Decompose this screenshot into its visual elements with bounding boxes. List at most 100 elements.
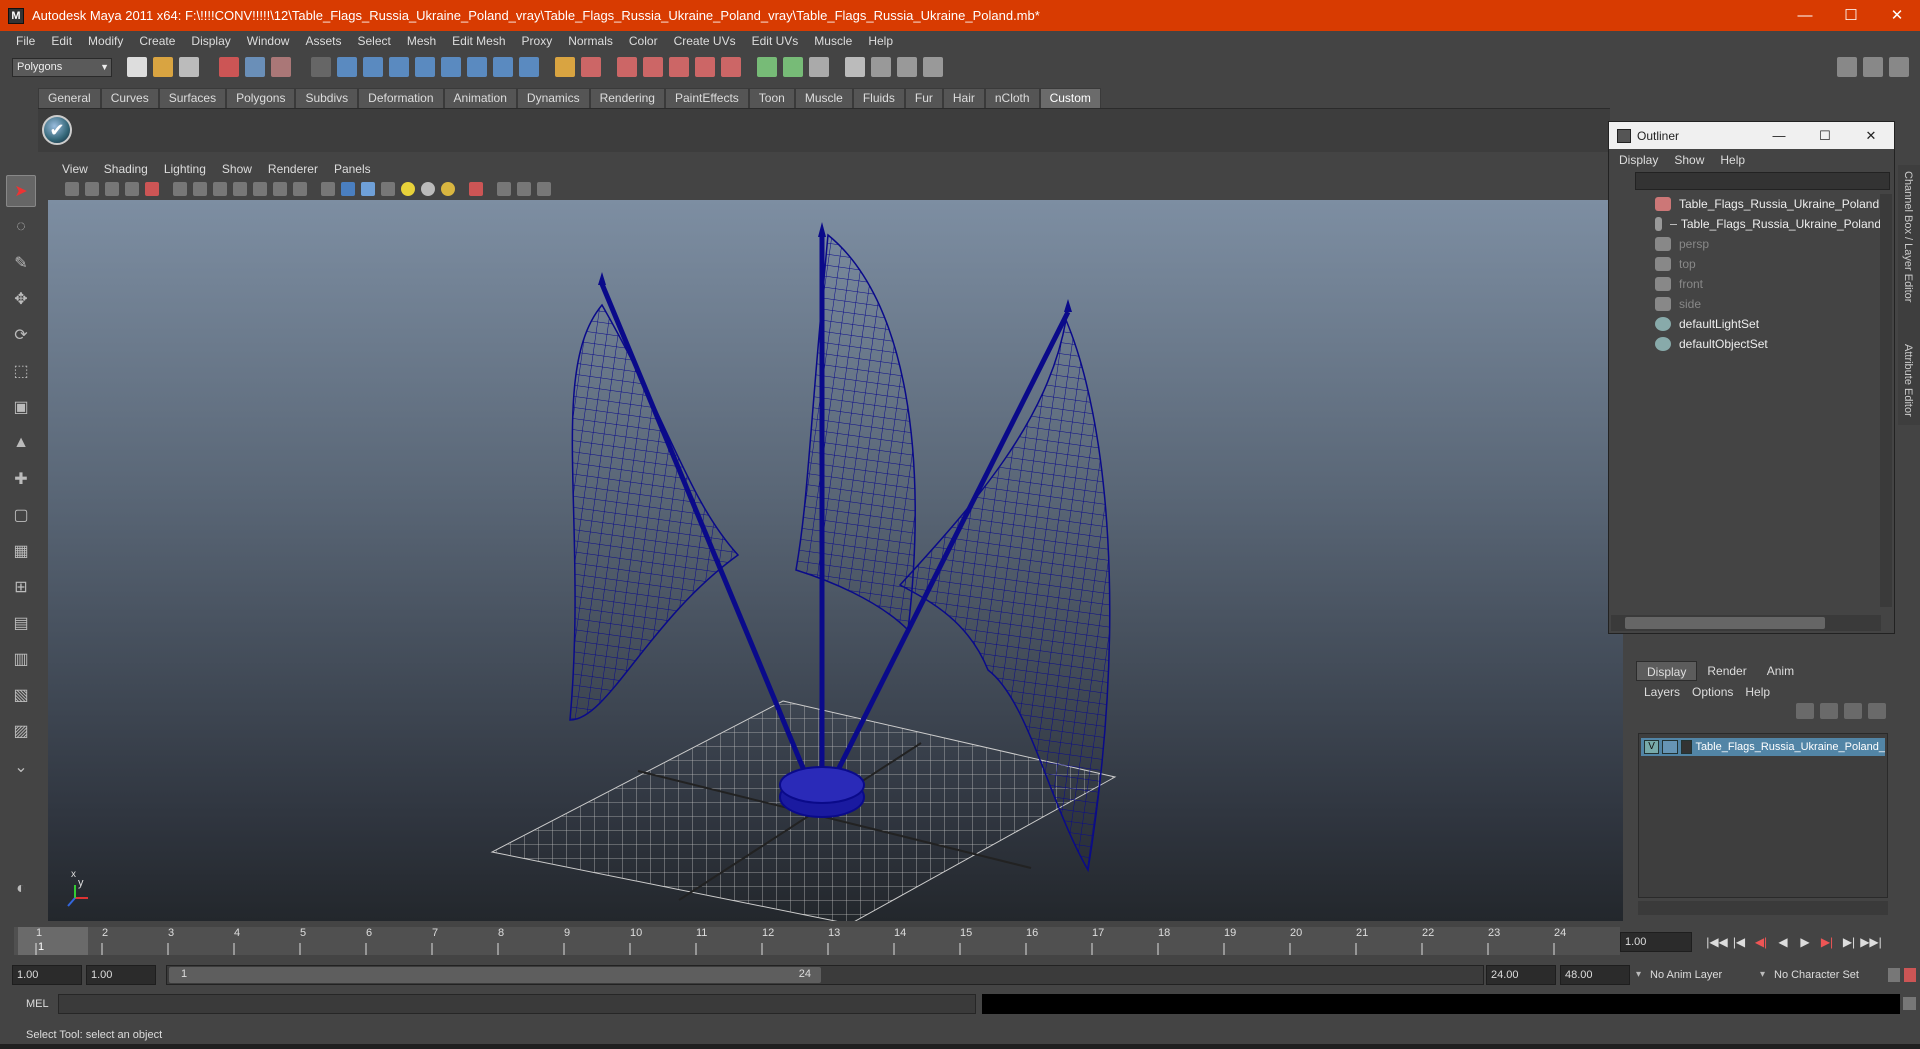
command-input[interactable] (58, 994, 976, 1014)
outliner-item[interactable]: top (1611, 254, 1881, 274)
ipr-render-icon[interactable] (897, 57, 917, 77)
grid-toggle-icon[interactable] (173, 181, 187, 196)
single-perspective-layout-icon[interactable]: ▦ (6, 535, 36, 567)
layer-tab-render[interactable]: Render (1697, 661, 1756, 681)
shelf-tab-rendering[interactable]: Rendering (589, 88, 665, 108)
character-set-dropdown[interactable]: No Character Set (1758, 965, 1886, 985)
panel-menu-view[interactable]: View (54, 162, 96, 176)
select-tool-icon[interactable]: ➤ (6, 175, 36, 207)
gate-mask-icon[interactable] (233, 181, 247, 196)
wireframe-icon[interactable] (321, 181, 335, 196)
layer-horizontal-scrollbar[interactable] (1638, 901, 1888, 915)
select-handles-icon[interactable] (337, 57, 357, 77)
persp-graph-hypergraph-layout-icon[interactable]: ▨ (6, 715, 36, 747)
render-view-icon[interactable] (845, 57, 865, 77)
current-time-field[interactable]: 1.00 (1620, 932, 1692, 952)
bookmark-icon[interactable] (105, 181, 119, 196)
menu-help[interactable]: Help (860, 34, 901, 48)
range-slider-handle[interactable]: 1 24 (169, 967, 821, 983)
isolate-select-icon[interactable] (469, 181, 483, 196)
shelf-tab-ncloth[interactable]: nCloth (984, 88, 1040, 108)
safe-title-icon[interactable] (293, 181, 307, 196)
shelf-tab-fluids[interactable]: Fluids (852, 88, 905, 108)
menu-color[interactable]: Color (621, 34, 666, 48)
menu-normals[interactable]: Normals (560, 34, 621, 48)
film-gate-icon[interactable] (193, 181, 207, 196)
panel-menu-renderer[interactable]: Renderer (260, 162, 326, 176)
select-by-component-icon[interactable] (271, 57, 291, 77)
menu-assets[interactable]: Assets (297, 34, 349, 48)
smooth-shade-icon[interactable] (341, 181, 355, 196)
menu-set-selector[interactable]: Polygons ▼ (12, 57, 112, 77)
select-rendering-icon[interactable] (493, 57, 513, 77)
shelf-tab-polygons[interactable]: Polygons (226, 88, 296, 108)
layout-options-icon[interactable]: ⌄ (6, 751, 36, 783)
go-to-end-icon[interactable]: ▶▶| (1860, 935, 1882, 949)
shelf-tab-painteffects[interactable]: PaintEffects (664, 88, 749, 108)
xray-icon[interactable] (497, 181, 511, 196)
outliner-item[interactable]: persp (1611, 234, 1881, 254)
snap-to-view-plane-icon[interactable] (695, 57, 715, 77)
select-joints-icon[interactable] (363, 57, 383, 77)
layer-menu-layers[interactable]: Layers (1644, 685, 1680, 699)
outliner-close-button[interactable]: ✕ (1848, 122, 1894, 149)
shelf-tab-surfaces[interactable]: Surfaces (158, 88, 227, 108)
outliner-menu-display[interactable]: Display (1619, 153, 1658, 167)
high-quality-lighting-icon[interactable] (441, 181, 455, 196)
scale-tool-icon[interactable]: ⬚ (6, 355, 36, 387)
wireframe-on-shaded-icon[interactable] (361, 181, 375, 196)
shelf-tab-toon[interactable]: Toon (748, 88, 795, 108)
rotate-tool-icon[interactable]: ⟳ (6, 319, 36, 351)
outliner-item[interactable]: defaultObjectSet (1611, 334, 1881, 354)
resolution-gate-icon[interactable] (213, 181, 227, 196)
snap-to-point-icon[interactable] (669, 57, 689, 77)
play-backwards-icon[interactable]: ◀ (1772, 935, 1794, 949)
shelf-tab-curves[interactable]: Curves (100, 88, 159, 108)
scrollbar-thumb[interactable] (1625, 617, 1825, 629)
close-button[interactable]: ✕ (1874, 0, 1920, 31)
input-ops-icon[interactable] (757, 57, 777, 77)
persp-graph-layout-icon[interactable]: ▥ (6, 643, 36, 675)
outliner-filter-input[interactable] (1635, 172, 1890, 190)
menu-edit-uvs[interactable]: Edit UVs (744, 34, 807, 48)
checkmark-icon[interactable]: ✔ (42, 115, 72, 145)
menu-edit-mesh[interactable]: Edit Mesh (444, 34, 513, 48)
select-by-object-icon[interactable] (245, 57, 265, 77)
display-layer-row[interactable]: V Table_Flags_Russia_Ukraine_Poland_ (1641, 738, 1885, 756)
shelf-tab-animation[interactable]: Animation (443, 88, 517, 108)
hypershade-layout-icon[interactable]: ▧ (6, 679, 36, 711)
menu-mesh[interactable]: Mesh (399, 34, 444, 48)
attribute-editor-tab[interactable]: Attribute Editor (1898, 338, 1918, 423)
xray-components-icon[interactable] (537, 181, 551, 196)
maximize-button[interactable]: ☐ (1828, 0, 1874, 31)
new-layer-from-selected-icon[interactable] (1868, 703, 1886, 719)
step-back-key-icon[interactable]: |◀ (1728, 935, 1750, 949)
sculpt-tool-icon[interactable]: ◐ (6, 873, 36, 905)
menu-muscle[interactable]: Muscle (806, 34, 860, 48)
outliner-item[interactable]: Table_Flags_Russia_Ukraine_Poland (1611, 214, 1881, 234)
selection-mask-icon[interactable] (311, 57, 331, 77)
menu-window[interactable]: Window (239, 34, 298, 48)
outliner-horizontal-scrollbar[interactable] (1611, 615, 1881, 631)
layer-playback-toggle[interactable] (1662, 740, 1678, 754)
menu-file[interactable]: File (8, 34, 43, 48)
camera-icon[interactable] (65, 181, 79, 196)
four-view-layout-icon[interactable]: ⊞ (6, 571, 36, 603)
show-attribute-editor-icon[interactable] (1837, 57, 1857, 77)
layer-visibility-toggle[interactable]: V (1644, 740, 1660, 754)
time-slider[interactable]: 1 1 2 3 4 5 6 7 8 9 10 11 12 13 14 15 16… (14, 927, 1620, 955)
open-scene-icon[interactable] (153, 57, 173, 77)
key-icon[interactable] (1888, 968, 1900, 982)
select-dynamics-icon[interactable] (467, 57, 487, 77)
outliner-item[interactable]: defaultLightSet (1611, 314, 1881, 334)
shelf-tab-fur[interactable]: Fur (904, 88, 943, 108)
show-manipulator-icon[interactable]: ✚ (6, 463, 36, 495)
shadows-icon[interactable] (421, 181, 435, 196)
move-layer-down-icon[interactable] (1820, 703, 1838, 719)
select-by-hierarchy-icon[interactable] (219, 57, 239, 77)
range-slider[interactable]: 1 24 (166, 965, 1484, 985)
use-all-lights-icon[interactable] (401, 181, 415, 196)
snap-to-curve-icon[interactable] (643, 57, 663, 77)
shelf-tab-subdivs[interactable]: Subdivs (295, 88, 359, 108)
menu-proxy[interactable]: Proxy (514, 34, 561, 48)
